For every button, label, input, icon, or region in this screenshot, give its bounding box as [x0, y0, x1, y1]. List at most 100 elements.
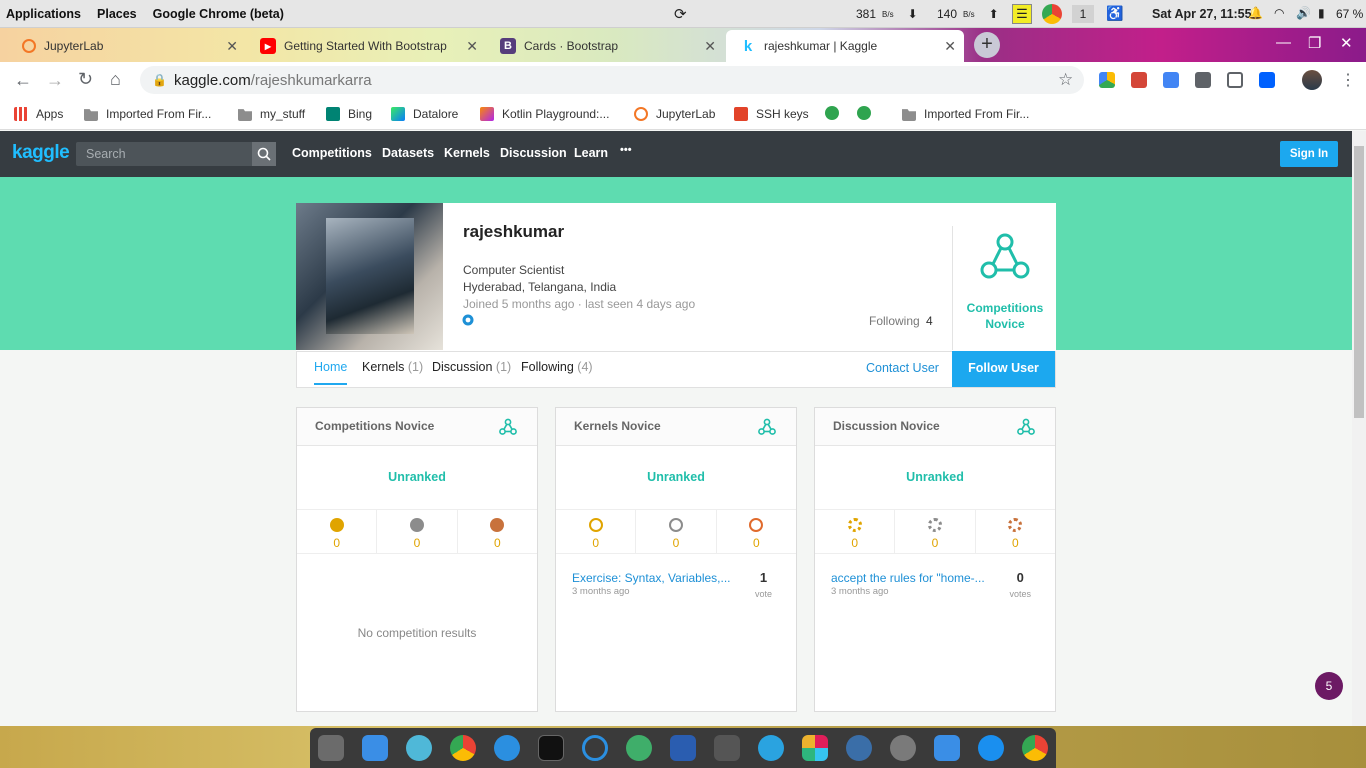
bookmark-kotlin[interactable]: Kotlin Playground:... [480, 107, 609, 121]
settings-icon[interactable] [890, 735, 916, 761]
tab-bootstrap-video[interactable]: ▶ Getting Started With Bootstrap ✕ [246, 30, 486, 62]
bell-icon[interactable]: 🔔 [1248, 6, 1263, 20]
bookmark-star-icon[interactable]: ☆ [1058, 70, 1073, 90]
nav-discussion[interactable]: Discussion [500, 146, 567, 160]
google-drive-icon[interactable] [1099, 72, 1115, 88]
bing-icon [326, 107, 340, 121]
tab-home[interactable]: Home [314, 360, 348, 385]
votes-label: vote [754, 589, 772, 599]
bookmark-apps[interactable]: Apps [14, 107, 63, 121]
launcher-icon[interactable] [318, 735, 344, 761]
clock[interactable]: Sat Apr 27, 11:55 [1152, 7, 1252, 21]
finder-icon[interactable] [362, 735, 388, 761]
bookmark-imported-1[interactable]: Imported From Fir... [84, 107, 211, 121]
search-icon [257, 147, 271, 161]
bronze-medal-icon [490, 518, 505, 532]
maximize-icon[interactable]: ❐ [1308, 34, 1321, 52]
contact-user-link[interactable]: Contact User [866, 361, 939, 375]
translate-icon[interactable] [1163, 72, 1179, 88]
terminal-icon[interactable] [538, 735, 564, 761]
bookmark-jupyterlab[interactable]: JupyterLab [634, 107, 715, 121]
github-icon[interactable] [462, 314, 474, 326]
bookmark-imported-2[interactable]: Imported From Fir... [902, 107, 1029, 121]
bookmark-label: Bing [348, 107, 373, 121]
bookmark-ssh-keys[interactable]: SSH keys [734, 107, 809, 121]
keep-icon[interactable] [1195, 72, 1211, 88]
silver-medal-icon [409, 518, 424, 532]
tab-bootstrap-cards[interactable]: B Cards · Bootstrap ✕ [486, 30, 724, 62]
sync-app-icon[interactable] [582, 735, 608, 761]
mail-icon[interactable] [406, 735, 432, 761]
slack-icon[interactable] [802, 735, 828, 761]
close-tab-icon[interactable]: ✕ [944, 38, 956, 55]
forward-icon[interactable]: → [46, 70, 64, 91]
tools-icon[interactable] [494, 735, 520, 761]
bookmark-my-stuff[interactable]: my_stuff [238, 107, 305, 121]
globe-icon[interactable] [857, 106, 871, 120]
presentation-icon[interactable] [934, 735, 960, 761]
profile-tier: Competitions Novice [960, 300, 1050, 332]
app-icon[interactable] [846, 735, 872, 761]
bookmark-bing[interactable]: Bing [326, 107, 372, 121]
atom-icon[interactable] [626, 735, 652, 761]
notification-bubble[interactable]: 5 [1315, 672, 1343, 700]
wifi-icon[interactable]: ◠ [1274, 6, 1284, 20]
nav-learn[interactable]: Learn [574, 146, 608, 160]
tab-discussion[interactable]: Discussion (1) [432, 360, 511, 374]
url-text[interactable]: kaggle.com/rajeshkumarkarra [174, 72, 372, 89]
bronze-medal: 0 [976, 510, 1055, 553]
close-tab-icon[interactable]: ✕ [226, 38, 238, 55]
close-tab-icon[interactable]: ✕ [704, 38, 716, 55]
app-store-icon[interactable] [978, 735, 1004, 761]
notes-icon[interactable]: ☰ [1012, 4, 1032, 24]
chrome-tray-icon[interactable] [1042, 4, 1062, 24]
rank-status: Unranked [388, 470, 446, 484]
applications-menu[interactable]: Applications [6, 7, 81, 21]
close-window-icon[interactable]: ✕ [1340, 34, 1353, 52]
active-app-menu[interactable]: Google Chrome (beta) [153, 7, 284, 21]
tab-kaggle[interactable]: k rajeshkumar | Kaggle ✕ [726, 30, 964, 62]
pocket-icon[interactable] [1227, 72, 1243, 88]
new-tab-button[interactable]: + [974, 32, 1000, 58]
nav-kernels[interactable]: Kernels [444, 146, 490, 160]
nav-datasets[interactable]: Datasets [382, 146, 434, 160]
gmail-icon[interactable] [1131, 72, 1147, 88]
scrollbar-thumb[interactable] [1354, 146, 1364, 418]
tab-following[interactable]: Following (4) [521, 360, 593, 374]
sync-icon[interactable]: ⟳ [674, 5, 687, 23]
battery-icon[interactable]: ▮ [1318, 6, 1325, 20]
dropbox-icon[interactable] [1259, 72, 1275, 88]
code-editor-icon[interactable] [714, 735, 740, 761]
nav-more-icon[interactable]: ••• [620, 144, 632, 156]
discussion-link[interactable]: accept the rules for "home-... [831, 571, 985, 585]
volume-icon[interactable]: 🔊 [1296, 6, 1311, 20]
minimize-icon[interactable]: — [1276, 34, 1291, 51]
tab-jupyterlab[interactable]: JupyterLab ✕ [8, 30, 246, 62]
kaggle-logo[interactable]: kaggle [12, 142, 70, 164]
telegram-icon[interactable] [758, 735, 784, 761]
profile-avatar[interactable] [1302, 70, 1322, 90]
vscode-icon[interactable] [670, 735, 696, 761]
nav-competitions[interactable]: Competitions [292, 146, 372, 160]
home-icon[interactable]: ⌂ [110, 69, 121, 90]
following-summary[interactable]: Following 4 [869, 314, 933, 328]
places-menu[interactable]: Places [97, 7, 137, 21]
close-tab-icon[interactable]: ✕ [466, 38, 478, 55]
kernel-link[interactable]: Exercise: Syntax, Variables,... [572, 571, 731, 585]
sign-in-button[interactable]: Sign In [1280, 141, 1338, 167]
back-icon[interactable]: ← [14, 70, 32, 91]
chrome-dock-icon[interactable] [450, 735, 476, 761]
chrome-menu-icon[interactable]: ⋮ [1340, 70, 1356, 90]
reload-icon[interactable]: ↻ [78, 69, 93, 90]
workspace-indicator[interactable]: 1 [1072, 5, 1094, 23]
medal-count: 0 [851, 536, 858, 550]
follow-user-button[interactable]: Follow User [952, 351, 1055, 387]
tab-kernels[interactable]: Kernels (1) [362, 360, 423, 374]
search-button[interactable] [252, 142, 276, 166]
bookmark-datalore[interactable]: Datalore [391, 107, 458, 121]
accessibility-icon[interactable]: ♿ [1106, 5, 1123, 22]
chrome-beta-dock-icon[interactable] [1022, 735, 1048, 761]
lock-icon[interactable]: 🔒 [152, 73, 167, 87]
bookmark-label: Imported From Fir... [924, 107, 1030, 121]
globe-icon[interactable] [825, 106, 839, 120]
